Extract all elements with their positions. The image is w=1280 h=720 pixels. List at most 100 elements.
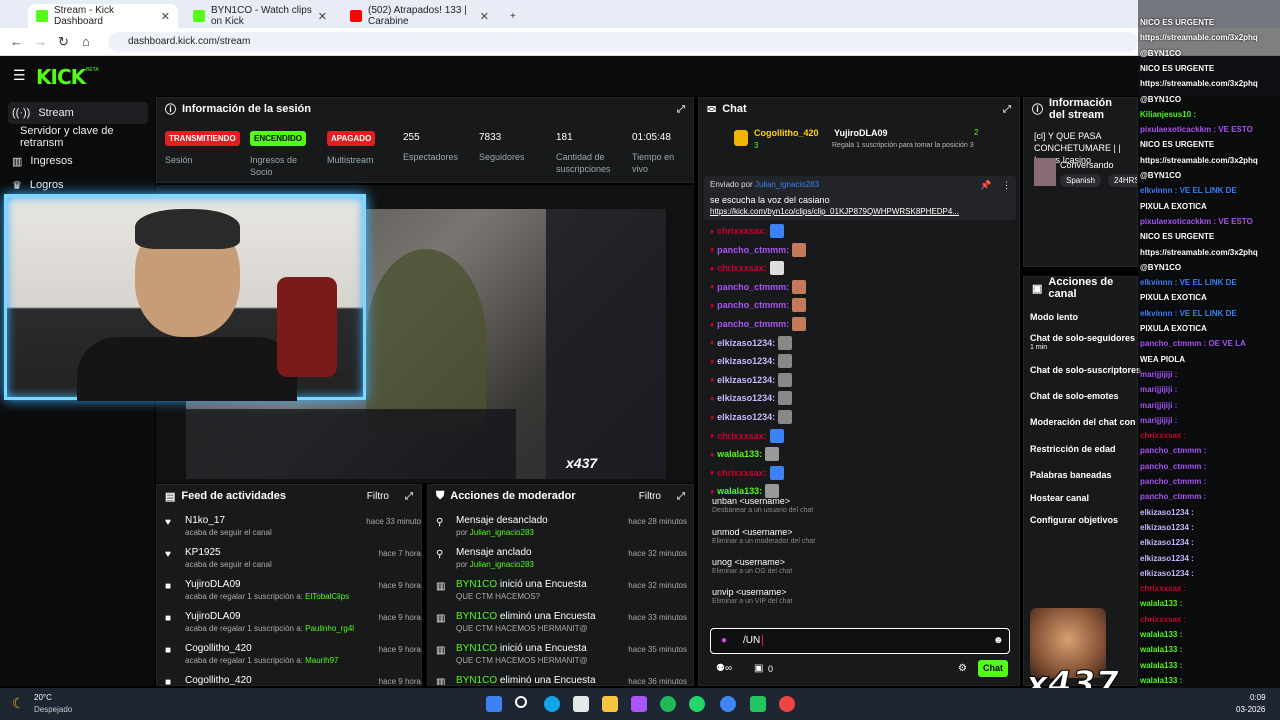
chat-username[interactable]: walala133: bbox=[717, 486, 762, 496]
pinned-message[interactable]: Enviado por Julian_ignacio283 se escucha… bbox=[704, 176, 1016, 220]
emoji-icon[interactable]: ☻ bbox=[993, 635, 1004, 646]
feed-user[interactable]: YujiroDLA09 bbox=[185, 611, 241, 622]
feed-user[interactable]: Cogollitho_420 bbox=[185, 675, 252, 685]
overlay-chat-line: walala133 : bbox=[1140, 660, 1183, 670]
chat-username[interactable]: pancho_ctmmm: bbox=[717, 245, 789, 255]
pinned-link[interactable]: https://kick.com/byn1co/clips/clip_01KJP… bbox=[710, 207, 995, 216]
command-suggestion[interactable]: unban <username> Desbanear a un usuario d… bbox=[712, 496, 813, 514]
stream-category[interactable]: Conversando bbox=[1060, 160, 1114, 170]
browser-tab-stream[interactable]: Stream - Kick Dashboard ✕ bbox=[28, 4, 178, 28]
filter-button[interactable]: Filtro bbox=[639, 491, 661, 502]
chat-message: ♦ elkizaso1234: bbox=[710, 408, 793, 426]
forward-icon[interactable]: → bbox=[34, 35, 47, 49]
action-slow-mode[interactable]: Modo lento bbox=[1030, 312, 1078, 322]
sidebar-item-server[interactable]: Servidor y clave de retransm bbox=[16, 125, 156, 149]
video-lower-panel bbox=[186, 409, 516, 479]
overlay-chat-line: pancho_ctmmm : bbox=[1140, 492, 1207, 502]
chat-username[interactable]: pancho_ctmmm: bbox=[717, 319, 789, 329]
action-followers-only[interactable]: Chat de solo-seguidores bbox=[1030, 333, 1135, 343]
channel-points-icon[interactable]: ⚉∞ bbox=[716, 663, 732, 674]
badge-icon: ♦ bbox=[710, 468, 715, 478]
expand-icon[interactable]: ⤢ bbox=[677, 104, 685, 115]
action-emotes-only[interactable]: Chat de solo-emotes bbox=[1030, 391, 1119, 401]
command-suggestion[interactable]: unvip <username> Eliminar a un VIP del ch… bbox=[712, 587, 792, 605]
send-chat-button[interactable]: Chat bbox=[978, 660, 1008, 677]
back-icon[interactable]: ← bbox=[10, 35, 23, 49]
whatsapp-icon[interactable] bbox=[689, 696, 705, 712]
mod-row: ▥ BYN1CO inició una Encuesta QUE CTM HACEM… bbox=[436, 643, 687, 675]
chat-username[interactable]: chrixxxsax: bbox=[717, 468, 767, 478]
feed-row: ♥ N1ko_17 acaba de seguir el canal hace 33 … bbox=[165, 515, 421, 547]
chat-username[interactable]: chrixxxsax: bbox=[717, 226, 767, 236]
reload-icon[interactable]: ↻ bbox=[58, 35, 69, 49]
chat-username[interactable]: elkizaso1234: bbox=[717, 412, 775, 422]
sidebar-item-label: Ingresos bbox=[30, 155, 73, 167]
command-suggestion[interactable]: unmod <username> Eliminar a un moderador … bbox=[712, 527, 815, 545]
followers-only-duration: 1 min bbox=[1030, 344, 1048, 351]
chat-input[interactable]: ● /UN ☻ bbox=[710, 628, 1010, 654]
command-suggestion[interactable]: unog <username> Eliminar a un OG del chat bbox=[712, 557, 792, 575]
video-figure bbox=[366, 249, 486, 429]
feed-user[interactable]: Cogollitho_420 bbox=[185, 643, 252, 654]
feed-user[interactable]: N1ko_17 bbox=[185, 515, 225, 526]
chat-username[interactable]: walala133: bbox=[717, 449, 762, 459]
sidebar-item-logros[interactable]: ♛ Logros bbox=[8, 174, 148, 196]
chat-username[interactable]: elkizaso1234: bbox=[717, 393, 775, 403]
browser-tab-clips[interactable]: BYN1CO - Watch clips on Kick ✕ bbox=[185, 4, 335, 28]
menu-icon[interactable]: ☰ bbox=[13, 67, 26, 84]
action-subs-only[interactable]: Chat de solo-suscriptores bbox=[1030, 365, 1141, 375]
app-icon[interactable] bbox=[779, 696, 795, 712]
filter-button[interactable]: Filtro bbox=[367, 491, 389, 502]
settings-icon[interactable]: ⚙ bbox=[958, 663, 967, 674]
chat-username[interactable]: elkizaso1234: bbox=[717, 356, 775, 366]
feed-user[interactable]: KP1925 bbox=[185, 547, 221, 558]
chat-username[interactable]: elkizaso1234: bbox=[717, 375, 775, 385]
chat-username[interactable]: elkizaso1234: bbox=[717, 338, 775, 348]
sidebar-item-ingresos[interactable]: ▥ Ingresos bbox=[8, 150, 148, 172]
sidebar-item-stream[interactable]: ((·)) Stream bbox=[8, 102, 148, 124]
edge-icon[interactable] bbox=[544, 696, 560, 712]
store-icon[interactable] bbox=[573, 696, 589, 712]
kick-logo[interactable]: KICK bbox=[36, 65, 86, 89]
emote-icon bbox=[778, 335, 793, 350]
action-ai-moderation[interactable]: Moderación del chat con IA bbox=[1030, 417, 1138, 427]
session-header: ⓘ Información de la sesión ⤢ bbox=[157, 98, 693, 120]
overlay-chat-line: PIXULA EXOTICA bbox=[1140, 324, 1207, 333]
close-icon[interactable]: ✕ bbox=[480, 10, 489, 23]
home-icon[interactable]: ⌂ bbox=[82, 35, 90, 49]
expand-icon[interactable]: ⤢ bbox=[1003, 104, 1011, 115]
chat-username[interactable]: chrixxxsax: bbox=[717, 263, 767, 273]
expand-icon[interactable]: ⤢ bbox=[405, 491, 413, 502]
top-gifter-name[interactable]: Cogollitho_420 bbox=[754, 128, 819, 138]
xbox-icon[interactable] bbox=[750, 696, 766, 712]
chat-username[interactable]: chrixxxsax: bbox=[717, 431, 767, 441]
app-icon[interactable] bbox=[631, 696, 647, 712]
unpin-icon: ⚲ bbox=[436, 517, 444, 528]
mic-icon[interactable]: ● bbox=[721, 635, 727, 646]
close-icon[interactable]: ✕ bbox=[161, 10, 170, 23]
close-icon[interactable]: ✕ bbox=[318, 10, 327, 23]
second-gifter-name[interactable]: YujiroDLA09 bbox=[834, 128, 888, 138]
search-icon[interactable] bbox=[515, 696, 527, 708]
start-icon[interactable] bbox=[486, 696, 502, 712]
more-icon[interactable]: ⋮ bbox=[1002, 180, 1011, 191]
command-name: unban <username> bbox=[712, 496, 791, 506]
browser-tab-youtube[interactable]: (502) Atrapados! 133 | Carabine ✕ bbox=[342, 4, 497, 28]
chat-username[interactable]: pancho_ctmmm: bbox=[717, 282, 789, 292]
action-banned-words[interactable]: Palabras baneadas bbox=[1030, 470, 1112, 480]
feed-user[interactable]: YujiroDLA09 bbox=[185, 579, 241, 590]
chat-username[interactable]: pancho_ctmmm: bbox=[717, 300, 789, 310]
sidebar-item-label: Servidor y clave de retransm bbox=[20, 125, 114, 149]
action-host-channel[interactable]: Hostear canal bbox=[1030, 493, 1089, 503]
spotify-icon[interactable] bbox=[660, 696, 676, 712]
new-tab-button[interactable]: + bbox=[502, 4, 522, 28]
chrome-icon[interactable] bbox=[720, 696, 736, 712]
pin-icon[interactable]: 📌 bbox=[980, 180, 991, 191]
expand-icon[interactable]: ⤢ bbox=[677, 491, 685, 502]
overlay-chat-line: https://streamable.com/3x2phq bbox=[1140, 33, 1258, 43]
url-field[interactable]: dashboard.kick.com/stream bbox=[108, 32, 1138, 52]
action-set-goals[interactable]: Configurar objetivos bbox=[1030, 515, 1118, 525]
action-age-restriction[interactable]: Restricción de edad bbox=[1030, 444, 1116, 454]
explorer-icon[interactable] bbox=[602, 696, 618, 712]
gift-icon[interactable]: ▣ bbox=[754, 663, 763, 674]
